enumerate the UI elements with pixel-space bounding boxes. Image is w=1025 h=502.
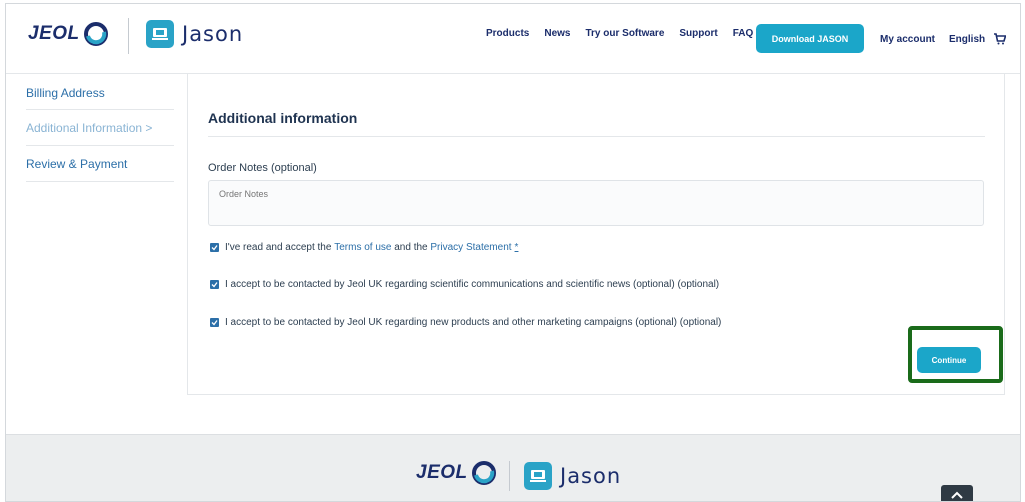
jason-box-icon [146, 20, 174, 48]
jeol-logo[interactable]: JEOL [28, 22, 108, 46]
step-billing-address[interactable]: Billing Address [26, 76, 174, 110]
marketing-consent-checkbox[interactable] [210, 318, 219, 327]
page-title: Additional information [208, 110, 358, 126]
footer-jeol-logo-text: JEOL [416, 462, 468, 483]
nav-news[interactable]: News [544, 28, 570, 39]
scientific-consent-row: I accept to be contacted by Jeol UK rega… [210, 279, 719, 290]
my-account-link[interactable]: My account [880, 34, 935, 45]
jeol-swirl-icon [83, 22, 108, 46]
required-marker: * [514, 242, 519, 253]
step-additional-information[interactable]: Additional Information > [26, 110, 174, 146]
site-header: JEOL Jason Products News Try our Softwar… [6, 4, 1020, 74]
site-footer: JEOL Jason [6, 434, 1020, 501]
terms-checkbox[interactable] [210, 243, 219, 252]
footer-logo-divider [509, 461, 510, 491]
terms-middle-text: and the [391, 242, 431, 253]
terms-prefix-text: I've read and accept the [225, 242, 335, 253]
terms-of-use-link[interactable]: Terms of use [334, 242, 391, 253]
page-scrollbar[interactable] [1018, 4, 1020, 214]
privacy-statement-link[interactable]: Privacy Statement [430, 242, 511, 253]
title-divider [208, 136, 985, 137]
jason-logo-text: Jason [182, 22, 244, 46]
step-review-payment[interactable]: Review & Payment [26, 146, 174, 182]
scroll-to-top-button[interactable] [941, 485, 973, 501]
terms-consent-row: I've read and accept the Terms of use an… [210, 242, 518, 253]
footer-jason-logo[interactable]: Jason [524, 462, 621, 490]
checkout-steps-sidebar: Billing Address Additional Information >… [26, 76, 174, 182]
scientific-consent-label: I accept to be contacted by Jeol UK rega… [225, 279, 720, 290]
footer-jason-box-icon [524, 462, 552, 490]
nav-try-software[interactable]: Try our Software [585, 28, 664, 39]
chevron-up-icon [951, 491, 963, 499]
cart-icon[interactable] [994, 33, 1006, 45]
nav-support[interactable]: Support [679, 28, 717, 39]
order-notes-field[interactable] [208, 180, 984, 226]
continue-button[interactable]: Continue [917, 347, 981, 373]
footer-jeol-logo[interactable]: JEOL [416, 461, 496, 485]
main-nav: Products News Try our Software Support F… [486, 28, 768, 39]
logo-divider [128, 18, 129, 54]
footer-jason-logo-text: Jason [560, 464, 622, 488]
jeol-logo-text: JEOL [28, 23, 80, 44]
browser-frame: JEOL Jason Products News Try our Softwar… [5, 3, 1021, 502]
marketing-consent-label: I accept to be contacted by Jeol UK rega… [225, 317, 722, 328]
marketing-consent-row: I accept to be contacted by Jeol UK rega… [210, 317, 721, 328]
additional-info-panel: Additional information Order Notes (opti… [187, 74, 1005, 395]
scientific-consent-checkbox[interactable] [210, 280, 219, 289]
download-jason-button[interactable]: Download JASON [756, 24, 864, 53]
jason-logo[interactable]: Jason [146, 20, 243, 48]
language-selector[interactable]: English [949, 34, 985, 45]
order-notes-label: Order Notes (optional) [208, 162, 317, 174]
header-account-area: My account English [880, 34, 999, 45]
footer-jeol-swirl-icon [471, 461, 496, 485]
nav-faq[interactable]: FAQ [733, 28, 754, 39]
nav-products[interactable]: Products [486, 28, 529, 39]
